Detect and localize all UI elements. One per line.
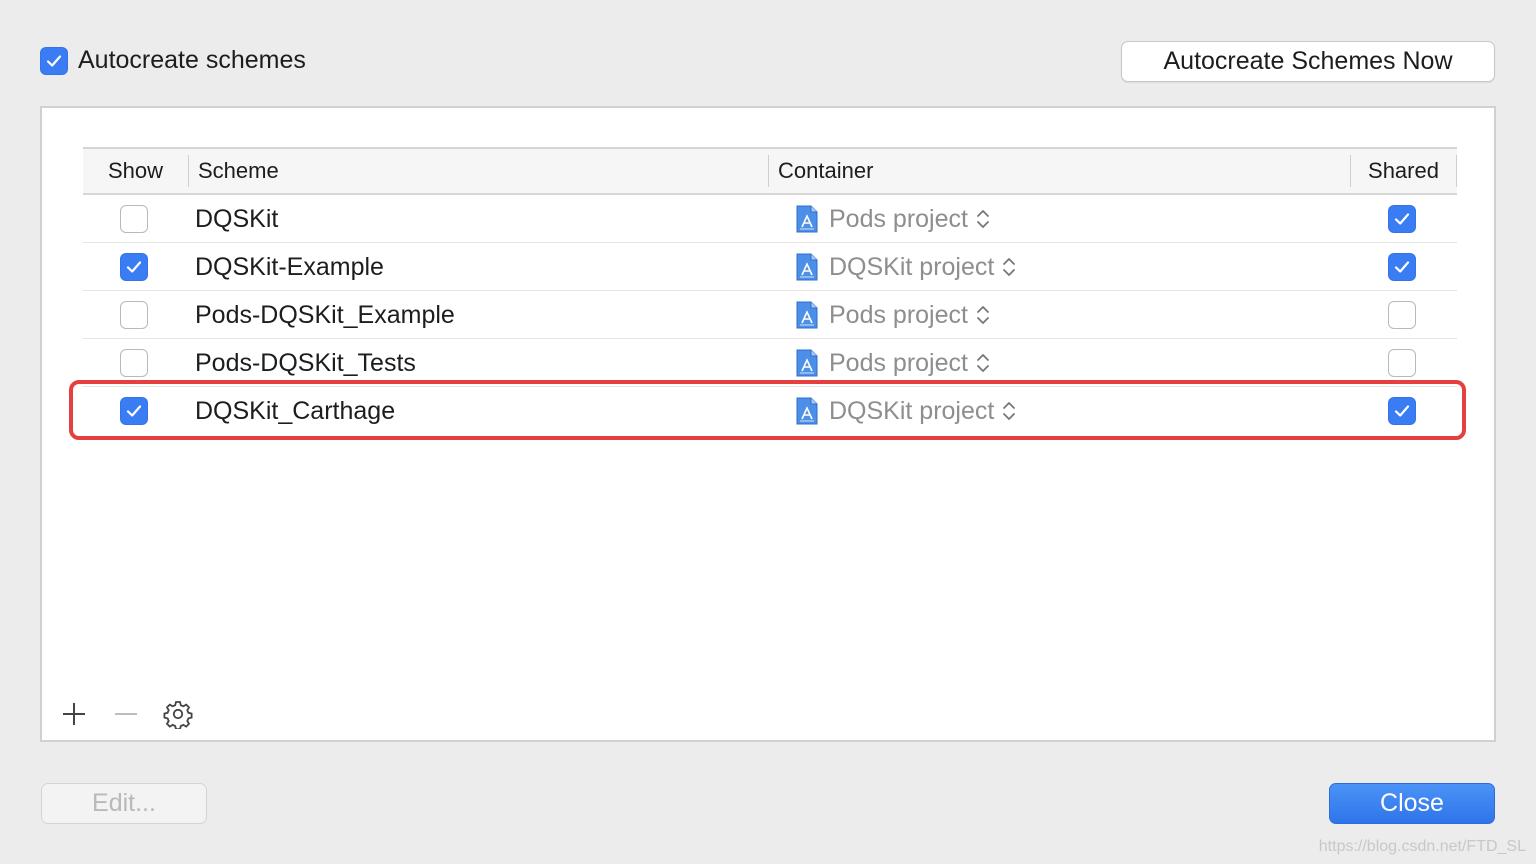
minus-icon: [115, 713, 137, 715]
checkmark-icon: [1394, 213, 1410, 225]
column-header-show[interactable]: Show: [83, 149, 188, 193]
autocreate-schemes-now-button[interactable]: Autocreate Schemes Now: [1121, 41, 1495, 82]
chevron-updown-icon: [977, 354, 989, 372]
container-popup[interactable]: Pods project: [795, 339, 991, 387]
chevron-updown-icon: [1003, 258, 1016, 276]
table-row[interactable]: DQSKit Pods project: [83, 195, 1457, 243]
shared-checkbox[interactable]: [1388, 301, 1416, 329]
show-cell: [120, 243, 148, 291]
table-row[interactable]: DQSKit-Example DQSKit project: [83, 243, 1457, 291]
autocreate-schemes-checkbox[interactable]: Autocreate schemes: [40, 46, 306, 75]
shared-cell: [1388, 195, 1416, 243]
show-cell: [120, 291, 148, 339]
gear-icon: [163, 701, 193, 729]
container-label: DQSKit project: [829, 252, 995, 281]
scheme-name: DQSKit: [195, 204, 279, 233]
chevron-updown-icon: [977, 210, 989, 228]
show-checkbox[interactable]: [120, 301, 148, 329]
xcode-project-icon: [796, 349, 818, 377]
show-cell: [120, 339, 148, 387]
show-checkbox[interactable]: [120, 205, 148, 233]
shared-checkbox[interactable]: [1388, 205, 1416, 233]
chevron-updown-icon: [977, 306, 989, 324]
show-checkbox[interactable]: [120, 397, 148, 425]
close-button[interactable]: Close: [1329, 783, 1495, 824]
table-row[interactable]: Pods-DQSKit_Tests Pods project: [83, 339, 1457, 387]
shared-checkbox[interactable]: [1388, 397, 1416, 425]
column-header-container[interactable]: Container: [768, 149, 1350, 193]
scheme-name: DQSKit_Carthage: [195, 396, 396, 425]
container-popup[interactable]: Pods project: [795, 195, 991, 243]
schemes-panel: Show Scheme Container Shared DQSKit Pods…: [40, 106, 1496, 742]
table-header: Show Scheme Container Shared: [83, 147, 1457, 195]
show-checkbox[interactable]: [120, 253, 148, 281]
shared-cell: [1388, 243, 1416, 291]
schemes-table: Show Scheme Container Shared DQSKit Pods…: [83, 147, 1457, 435]
container-popup[interactable]: DQSKit project: [795, 243, 1017, 291]
checkmark-icon: [126, 261, 142, 273]
autocreate-schemes-label: Autocreate schemes: [78, 46, 306, 74]
xcode-project-icon: [796, 205, 818, 233]
container-label: DQSKit project: [829, 396, 995, 425]
scheme-name: Pods-DQSKit_Example: [195, 300, 455, 329]
table-row[interactable]: DQSKit_Carthage DQSKit project: [83, 387, 1457, 435]
container-label: Pods project: [829, 300, 968, 329]
container-label: Pods project: [829, 204, 968, 233]
scheme-name: Pods-DQSKit_Tests: [195, 348, 416, 377]
watermark: https://blog.csdn.net/FTD_SL: [1318, 838, 1526, 855]
container-popup[interactable]: Pods project: [795, 291, 991, 339]
show-checkbox[interactable]: [120, 349, 148, 377]
column-header-shared[interactable]: Shared: [1350, 149, 1457, 193]
checkmark-icon: [126, 405, 142, 417]
chevron-updown-icon: [1003, 402, 1016, 420]
checkbox-checked[interactable]: [40, 46, 68, 75]
xcode-project-icon: [796, 397, 818, 425]
shared-checkbox[interactable]: [1388, 253, 1416, 281]
shared-checkbox[interactable]: [1388, 349, 1416, 377]
column-header-scheme[interactable]: Scheme: [188, 149, 768, 193]
checkmark-icon: [46, 54, 62, 67]
edit-button[interactable]: Edit...: [41, 783, 207, 824]
container-popup[interactable]: DQSKit project: [795, 387, 1017, 435]
remove-scheme-button[interactable]: [110, 698, 142, 730]
table-row[interactable]: Pods-DQSKit_Example Pods project: [83, 291, 1457, 339]
plus-icon: [63, 703, 85, 725]
scheme-settings-button[interactable]: [162, 698, 194, 730]
show-cell: [120, 195, 148, 243]
table-body: DQSKit Pods project DQSKit-Example DQSKi…: [83, 195, 1457, 435]
scheme-name: DQSKit-Example: [195, 252, 384, 281]
container-label: Pods project: [829, 348, 968, 377]
shared-cell: [1388, 387, 1416, 435]
xcode-project-icon: [796, 253, 818, 281]
shared-cell: [1388, 339, 1416, 387]
shared-cell: [1388, 291, 1416, 339]
show-cell: [120, 387, 148, 435]
xcode-project-icon: [796, 301, 818, 329]
add-scheme-button[interactable]: [58, 698, 90, 730]
checkmark-icon: [1394, 405, 1410, 417]
checkmark-icon: [1394, 261, 1410, 273]
